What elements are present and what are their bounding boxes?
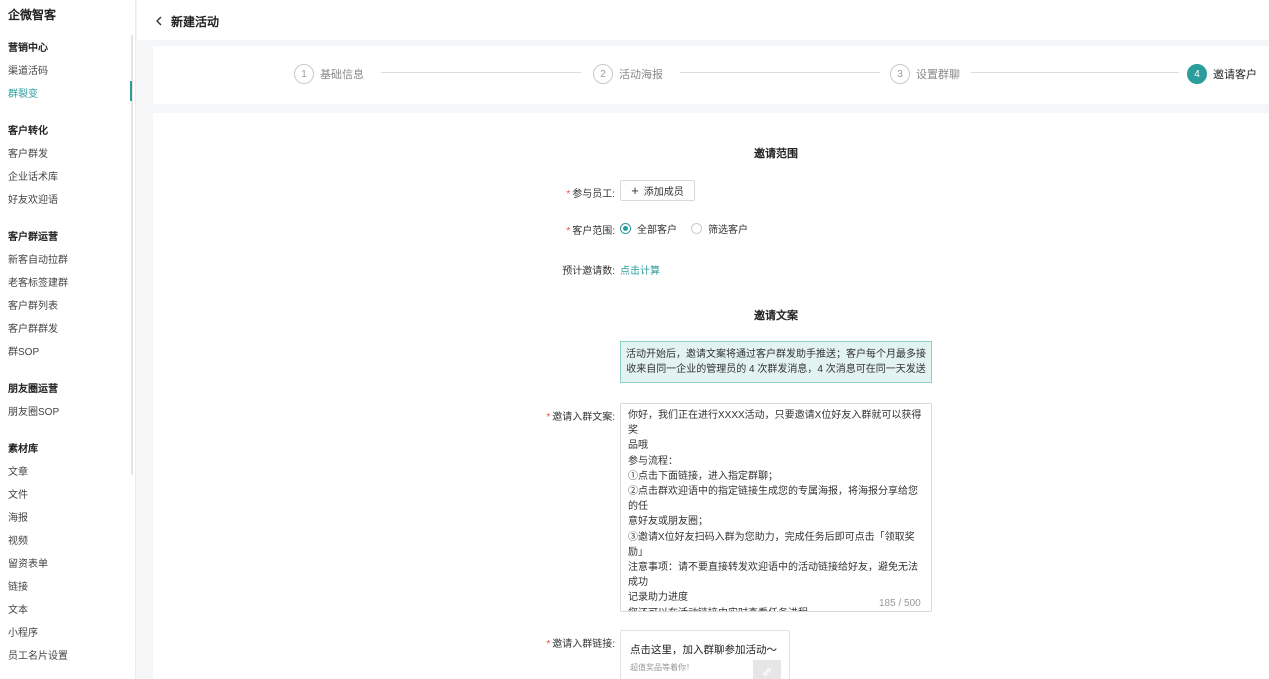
copy-section-title: 邀请文案	[754, 310, 798, 322]
invite-link-label-text: 邀请入群链接:	[552, 639, 615, 650]
sidebar-item-file[interactable]: 文件	[8, 486, 28, 501]
link-card-desc: 超值奖品等着你！	[630, 663, 694, 672]
invite-text-label-text: 邀请入群文案:	[552, 412, 615, 423]
invite-link-card[interactable]: 点击这里，加入群聊参加活动～ 超值奖品等着你！	[620, 630, 790, 679]
sidebar-item-text[interactable]: 文本	[8, 601, 28, 616]
step-label: 基础信息	[320, 69, 364, 81]
estimate-label: 预计邀请数:	[562, 266, 615, 277]
sidebar-item-channel-qrcode[interactable]: 渠道活码	[8, 62, 48, 77]
sidebar-group-group-ops: 客户群运营	[8, 232, 58, 243]
add-member-button[interactable]: + 添加成员	[620, 180, 695, 201]
sidebar-item-group-list[interactable]: 客户群列表	[8, 297, 58, 312]
sidebar-item-mini-program[interactable]: 小程序	[8, 624, 38, 639]
step-label: 活动海报	[619, 69, 663, 81]
sidebar-item-customer-broadcast[interactable]: 客户群发	[8, 145, 48, 160]
brand-name: 企微智客	[8, 8, 57, 22]
sidebar: 企微智客 营销中心 渠道活码 群裂变 客户转化 客户群发 企业话术库 好友欢迎语…	[0, 0, 136, 679]
radio-label: 全部客户	[637, 225, 677, 236]
sidebar-item-moments-sop[interactable]: 朋友圈SOP	[8, 403, 59, 418]
step-poster: 2 活动海报	[593, 62, 663, 86]
invite-link-label: * 邀请入群链接:	[546, 639, 615, 650]
invite-text-textarea[interactable]: 你好，我们正在进行XXXX活动，只要邀请X位好友入群就可以获得奖 品哦 参与流程…	[620, 403, 932, 612]
sidebar-item-video[interactable]: 视频	[8, 532, 28, 547]
notice-line: 活动开始后，邀请文案将通过客户群发助手推送；客户每个月最多接	[626, 349, 926, 360]
stepper: 1 基础信息 2 活动海报 3 设置群聊 4 邀请客户	[153, 46, 1269, 104]
sidebar-group-marketing: 营销中心	[8, 43, 48, 54]
sidebar-item-group-sop[interactable]: 群SOP	[8, 343, 39, 358]
customer-scope-label: * 客户范围:	[566, 226, 615, 237]
sidebar-item-lead-form[interactable]: 留资表单	[8, 555, 48, 570]
staff-label-text: 参与员工:	[572, 189, 615, 200]
sidebar-item-group-fission[interactable]: 群裂变	[8, 85, 38, 100]
step-label: 设置群聊	[916, 69, 960, 81]
customer-scope-label-text: 客户范围:	[572, 226, 615, 237]
sidebar-item-link[interactable]: 链接	[8, 578, 28, 593]
estimate-calc-link[interactable]: 点击计算	[620, 262, 660, 277]
step-number: 1	[294, 64, 314, 84]
step-connector	[381, 72, 581, 73]
sidebar-item-group-broadcast[interactable]: 客户群群发	[8, 320, 58, 335]
sidebar-scrollbar[interactable]	[131, 35, 133, 475]
sidebar-group-moments: 朋友圈运营	[8, 384, 58, 395]
char-counter: 185 / 500	[879, 598, 921, 609]
step-connector	[971, 72, 1179, 73]
back-button[interactable]: 新建活动	[155, 13, 219, 30]
add-member-label: 添加成员	[643, 187, 684, 198]
step-number: 2	[593, 64, 613, 84]
step-label: 邀请客户	[1213, 69, 1257, 81]
sidebar-item-auto-group[interactable]: 新客自动拉群	[8, 251, 68, 266]
step-connector	[680, 72, 880, 73]
step-basic-info: 1 基础信息	[294, 62, 364, 86]
sidebar-item-staff-card[interactable]: 员工名片设置	[8, 647, 68, 662]
sidebar-group-conversion: 客户转化	[8, 126, 48, 137]
top-bar: 新建活动	[137, 0, 1269, 40]
sidebar-item-tag-group[interactable]: 老客标签建群	[8, 274, 68, 289]
step-invite-customers: 4 邀请客户	[1187, 62, 1257, 86]
sidebar-item-article[interactable]: 文章	[8, 463, 28, 478]
radio-checked-icon	[620, 223, 631, 234]
step-group-settings: 3 设置群聊	[890, 62, 960, 86]
notice-line: 收来自同一企业的管理员的 4 次群发消息，4 次消息可在同一天发送	[626, 364, 926, 375]
step-number: 4	[1187, 64, 1207, 84]
link-card-title: 点击这里，加入群聊参加活动～	[630, 644, 777, 656]
radio-all-customers[interactable]: 全部客户	[620, 221, 677, 236]
page-title: 新建活动	[171, 15, 220, 29]
staff-label: * 参与员工:	[566, 189, 615, 200]
link-icon	[753, 660, 781, 679]
sidebar-group-materials: 素材库	[8, 444, 38, 455]
radio-unchecked-icon	[691, 223, 702, 234]
sidebar-item-script-library[interactable]: 企业话术库	[8, 168, 58, 183]
sidebar-item-welcome-message[interactable]: 好友欢迎语	[8, 191, 58, 206]
invite-text-label: * 邀请入群文案:	[546, 412, 615, 423]
form-panel: 邀请范围 * 参与员工: + 添加成员 * 客户范围: 全部客户 筛选客户 预计邀请数…	[153, 113, 1269, 679]
plus-icon: +	[631, 183, 639, 198]
customer-scope-radio-group: 全部客户 筛选客户	[620, 221, 762, 236]
scope-section-title: 邀请范围	[754, 148, 798, 160]
radio-label: 筛选客户	[708, 225, 748, 236]
sidebar-item-poster[interactable]: 海报	[8, 509, 28, 524]
step-number: 3	[890, 64, 910, 84]
sidebar-active-indicator	[130, 81, 132, 101]
radio-filter-customers[interactable]: 筛选客户	[691, 221, 748, 236]
chevron-left-icon	[155, 15, 163, 29]
notice-box: 活动开始后，邀请文案将通过客户群发助手推送；客户每个月最多接 收来自同一企业的管…	[620, 341, 932, 383]
